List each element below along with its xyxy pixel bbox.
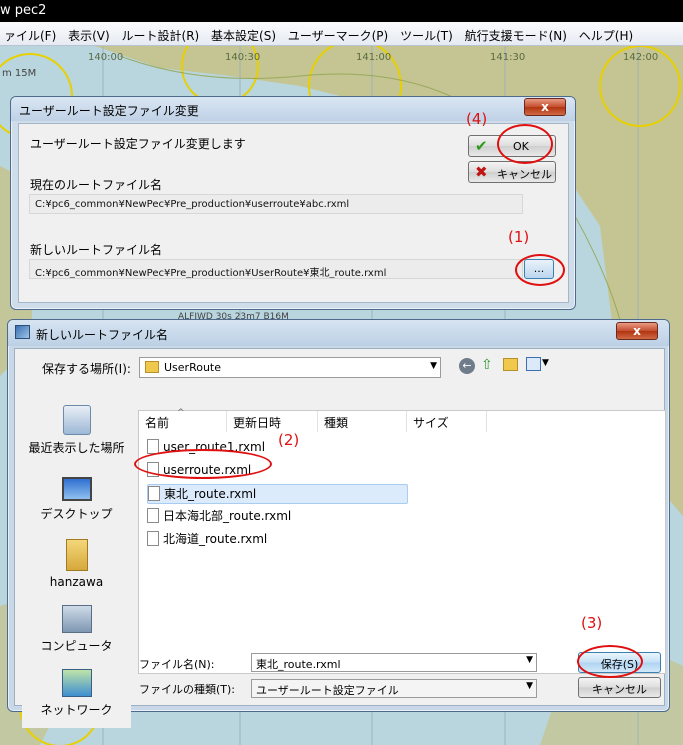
app-titlebar: w pec2 [0, 0, 683, 22]
place-label: ネットワーク [40, 703, 113, 717]
close-button[interactable]: x [524, 98, 566, 116]
file-row[interactable]: 日本海北部_route.rxml [147, 507, 291, 527]
current-file-label: 現在のルートファイル名 [30, 178, 163, 192]
place-desktop[interactable]: デスクトップ [22, 477, 131, 522]
up-folder-icon[interactable]: ⇧ [481, 357, 493, 373]
cancel-button-label: キャンセル [497, 168, 552, 181]
column-header-modified[interactable]: 更新日時 [227, 411, 318, 432]
dialog-body: ユーザールート設定ファイル変更します 現在のルートファイル名 C:¥pc6_co… [18, 123, 569, 303]
annotation-step-2: (2) [278, 431, 300, 449]
place-label: デスクトップ [40, 507, 113, 521]
view-menu-icon[interactable] [526, 357, 541, 371]
folder-icon [145, 361, 159, 373]
menu-route-design[interactable]: ルート設計(R) [118, 22, 204, 45]
dialog-body: 保存する場所(I): UserRoute ▼ ← ⇧ ▼ 最近表示した場所 デス… [14, 348, 666, 728]
dialog-titlebar[interactable]: ユーザールート設定ファイル変更 x [11, 97, 575, 121]
file-row-selected[interactable]: 東北_route.rxml [147, 484, 408, 504]
menu-navigation-mode[interactable]: 航行支援モード(N) [461, 22, 571, 45]
dialog-title: 新しいルートファイル名 [36, 328, 169, 342]
cancel-button[interactable]: キャンセル [578, 677, 661, 698]
annotation-step-1: (1) [508, 228, 530, 246]
place-label: hanzawa [49, 575, 104, 589]
depth-label: m 15M [2, 68, 37, 79]
column-header-type[interactable]: 種類 [318, 411, 407, 432]
menu-view[interactable]: 表示(V) [64, 22, 114, 45]
location-label: 保存する場所(I): [42, 362, 131, 376]
file-icon [147, 531, 159, 546]
column-header-size[interactable]: サイズ [407, 411, 487, 432]
current-file-path: C:¥pc6_common¥NewPec¥Pre_production¥user… [29, 194, 523, 214]
computer-icon [61, 605, 92, 633]
annotation-circle-browse [515, 254, 565, 286]
filetype-value: ユーザールート設定ファイル [256, 684, 399, 697]
desktop-icon [61, 477, 92, 501]
app-title: w pec2 [0, 3, 47, 18]
place-label: コンピュータ [40, 639, 113, 653]
dialog-title: ユーザールート設定ファイル変更 [19, 104, 199, 118]
chevron-down-icon: ▼ [526, 681, 533, 691]
location-value: UserRoute [164, 361, 222, 374]
annotation-step-3: (3) [581, 614, 603, 632]
filename-input[interactable]: 東北_route.rxml ▼ [251, 653, 537, 672]
annotation-circle-ok [497, 124, 553, 164]
longitude-label: 140:00 [88, 52, 124, 63]
new-folder-icon[interactable] [503, 358, 518, 371]
dialog-message: ユーザールート設定ファイル変更します [30, 137, 246, 151]
places-bar: 最近表示した場所 デスクトップ hanzawa コンピュータ ネットワーク [22, 405, 131, 728]
view-dropdown-icon[interactable]: ▼ [542, 358, 549, 368]
longitude-label: 141:30 [490, 52, 526, 63]
menu-help[interactable]: ヘルプ(H) [575, 22, 637, 45]
menu-user-mark[interactable]: ユーザーマーク(P) [284, 22, 392, 45]
app-icon [15, 325, 30, 339]
file-icon [147, 508, 159, 523]
menu-file[interactable]: ァイル(F) [0, 22, 60, 45]
annotation-step-4: (4) [466, 110, 488, 128]
annotation-circle-save [577, 645, 643, 678]
longitude-label: 141:00 [356, 52, 392, 63]
close-button[interactable]: x [616, 322, 658, 340]
back-icon[interactable]: ← [459, 358, 475, 374]
menu-bar: ァイル(F) 表示(V) ルート設計(R) 基本設定(S) ユーザーマーク(P)… [0, 22, 683, 46]
filetype-select[interactable]: ユーザールート設定ファイル ▼ [251, 679, 537, 698]
recent-places-icon [62, 405, 91, 435]
menu-basic-settings[interactable]: 基本設定(S) [207, 22, 280, 45]
cross-icon: ✖ [475, 163, 488, 181]
user-folder-icon [65, 539, 88, 571]
file-row[interactable]: 北海道_route.rxml [147, 530, 267, 550]
annotation-circle-file [134, 449, 272, 479]
new-file-path: C:¥pc6_common¥NewPec¥Pre_production¥User… [29, 259, 523, 279]
place-computer[interactable]: コンピュータ [22, 605, 131, 654]
place-user[interactable]: hanzawa [22, 539, 131, 589]
menu-tools[interactable]: ツール(T) [396, 22, 457, 45]
filename-label: ファイル名(N): [139, 658, 215, 671]
place-network[interactable]: ネットワーク [22, 669, 131, 718]
longitude-label: 140:30 [225, 52, 261, 63]
column-header-name[interactable]: 名前 ^ [139, 408, 227, 432]
place-label: 最近表示した場所 [28, 441, 125, 455]
save-file-dialog: 新しいルートファイル名 x 保存する場所(I): UserRoute ▼ ← ⇧… [7, 319, 670, 728]
filetype-label: ファイルの種類(T): [139, 683, 236, 696]
sort-asc-icon: ^ [177, 408, 185, 418]
chevron-down-icon: ▼ [430, 361, 437, 371]
filename-value: 東北_route.rxml [256, 658, 341, 671]
cancel-button[interactable]: ✖ キャンセル [468, 161, 556, 183]
dialog-titlebar[interactable]: 新しいルートファイル名 x [8, 320, 669, 346]
network-icon [61, 669, 92, 697]
route-file-change-dialog: ユーザールート設定ファイル変更 x ユーザールート設定ファイル変更します 現在の… [10, 96, 576, 310]
file-icon [148, 486, 160, 501]
check-icon: ✔ [475, 137, 488, 155]
location-select[interactable]: UserRoute ▼ [139, 357, 441, 378]
chevron-down-icon: ▼ [526, 655, 533, 665]
new-file-label: 新しいルートファイル名 [30, 243, 163, 257]
place-recent[interactable]: 最近表示した場所 [22, 405, 131, 456]
longitude-label: 142:00 [623, 52, 659, 63]
